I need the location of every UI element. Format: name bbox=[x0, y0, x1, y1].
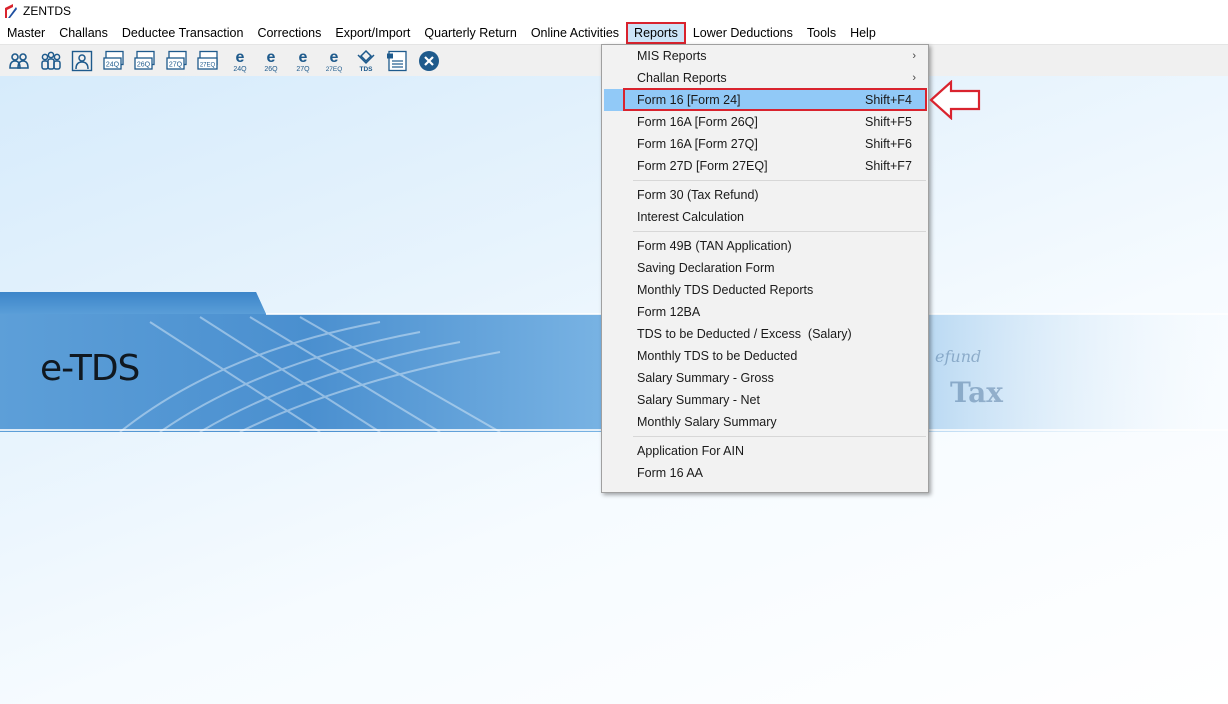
menu-online-activities[interactable]: Online Activities bbox=[524, 23, 626, 43]
app-title: ZENTDS bbox=[23, 4, 71, 18]
svg-text:e: e bbox=[267, 49, 276, 66]
menu-separator bbox=[633, 436, 926, 437]
menu-item-form-49b[interactable]: Form 49B (TAN Application) bbox=[604, 235, 926, 257]
menu-item-saving-declaration[interactable]: Saving Declaration Form bbox=[604, 257, 926, 279]
svg-text:e: e bbox=[235, 49, 244, 66]
tds-icon[interactable]: TDS bbox=[353, 48, 379, 74]
menu-reports[interactable]: Reports bbox=[626, 22, 686, 44]
banner-title: e-TDS bbox=[40, 348, 140, 389]
menu-item-mis-reports[interactable]: MIS Reports › bbox=[604, 45, 926, 67]
menu-item-salary-summary-net[interactable]: Salary Summary - Net bbox=[604, 389, 926, 411]
reports-dropdown: MIS Reports › Challan Reports › Form 16 … bbox=[601, 44, 929, 493]
menu-item-monthly-salary-summary[interactable]: Monthly Salary Summary bbox=[604, 411, 926, 433]
menu-corrections[interactable]: Corrections bbox=[250, 23, 328, 43]
menu-lower-deductions[interactable]: Lower Deductions bbox=[686, 23, 800, 43]
menu-item-salary-summary-gross[interactable]: Salary Summary - Gross bbox=[604, 367, 926, 389]
form-27q-icon[interactable]: 27Q bbox=[164, 48, 190, 74]
svg-text:27Q: 27Q bbox=[296, 66, 310, 73]
menu-quarterly-return[interactable]: Quarterly Return bbox=[417, 23, 523, 43]
chevron-right-icon: › bbox=[912, 72, 916, 84]
menu-item-form-27d[interactable]: Form 27D [Form 27EQ] Shift+F7 bbox=[604, 155, 926, 177]
menu-item-challan-reports[interactable]: Challan Reports › bbox=[604, 67, 926, 89]
svg-text:27EQ: 27EQ bbox=[200, 62, 216, 68]
menu-item-form-16a-26q[interactable]: Form 16A [Form 26Q] Shift+F5 bbox=[604, 111, 926, 133]
efile-27q-icon[interactable]: e 27Q bbox=[290, 48, 316, 74]
menu-separator bbox=[633, 180, 926, 181]
menu-separator bbox=[633, 231, 926, 232]
employee-icon[interactable] bbox=[69, 48, 95, 74]
chevron-right-icon: › bbox=[912, 50, 916, 62]
svg-text:26Q: 26Q bbox=[137, 61, 151, 68]
svg-text:24Q: 24Q bbox=[233, 66, 247, 73]
menu-challans[interactable]: Challans bbox=[52, 23, 115, 43]
menu-item-form-16a-27q[interactable]: Form 16A [Form 27Q] Shift+F6 bbox=[604, 133, 926, 155]
menu-tools[interactable]: Tools bbox=[800, 23, 843, 43]
svg-text:Tax: Tax bbox=[950, 376, 1003, 409]
svg-text:26Q: 26Q bbox=[264, 66, 278, 73]
menu-export-import[interactable]: Export/Import bbox=[328, 23, 417, 43]
app-logo-icon bbox=[5, 4, 17, 18]
menu-item-interest-calculation[interactable]: Interest Calculation bbox=[604, 206, 926, 228]
svg-text:e: e bbox=[298, 49, 307, 66]
svg-text:e: e bbox=[330, 49, 339, 66]
menu-master[interactable]: Master bbox=[0, 23, 52, 43]
close-icon[interactable] bbox=[416, 48, 442, 74]
deductor-icon[interactable] bbox=[6, 48, 32, 74]
menu-item-form-30[interactable]: Form 30 (Tax Refund) bbox=[604, 184, 926, 206]
form-24q-icon[interactable]: 24Q bbox=[101, 48, 127, 74]
deductees-icon[interactable] bbox=[38, 48, 64, 74]
form-26q-icon[interactable]: 26Q bbox=[132, 48, 158, 74]
efile-26q-icon[interactable]: e 26Q bbox=[258, 48, 284, 74]
efile-27eq-icon[interactable]: e 27EQ bbox=[321, 48, 347, 74]
menu-item-form-12ba[interactable]: Form 12BA bbox=[604, 301, 926, 323]
menu-item-monthly-tds-deducted[interactable]: Monthly TDS Deducted Reports bbox=[604, 279, 926, 301]
svg-text:TDS: TDS bbox=[359, 66, 373, 73]
menu-item-tds-to-be-deducted-excess[interactable]: TDS to be Deducted / Excess (Salary) bbox=[604, 323, 926, 345]
svg-text:efund: efund bbox=[935, 347, 981, 366]
menu-deductee-transaction[interactable]: Deductee Transaction bbox=[115, 23, 251, 43]
menu-bar: Master Challans Deductee Transaction Cor… bbox=[0, 22, 1228, 45]
menu-item-form-16aa[interactable]: Form 16 AA bbox=[604, 462, 926, 484]
menu-item-application-for-ain[interactable]: Application For AIN bbox=[604, 440, 926, 462]
efile-24q-icon[interactable]: e 24Q bbox=[227, 48, 253, 74]
menu-help[interactable]: Help bbox=[843, 23, 883, 43]
svg-text:27Q: 27Q bbox=[168, 61, 182, 68]
menu-item-form-16[interactable]: Form 16 [Form 24] Shift+F4 bbox=[604, 89, 926, 111]
annotation-arrow-icon bbox=[929, 80, 981, 120]
svg-text:24Q: 24Q bbox=[105, 61, 119, 68]
menu-item-monthly-tds-to-be-deducted[interactable]: Monthly TDS to be Deducted bbox=[604, 345, 926, 367]
report-icon[interactable] bbox=[384, 48, 410, 74]
form-27eq-icon[interactable]: 27EQ bbox=[195, 48, 221, 74]
svg-text:27EQ: 27EQ bbox=[326, 66, 343, 73]
title-bar: ZENTDS bbox=[0, 0, 1228, 22]
